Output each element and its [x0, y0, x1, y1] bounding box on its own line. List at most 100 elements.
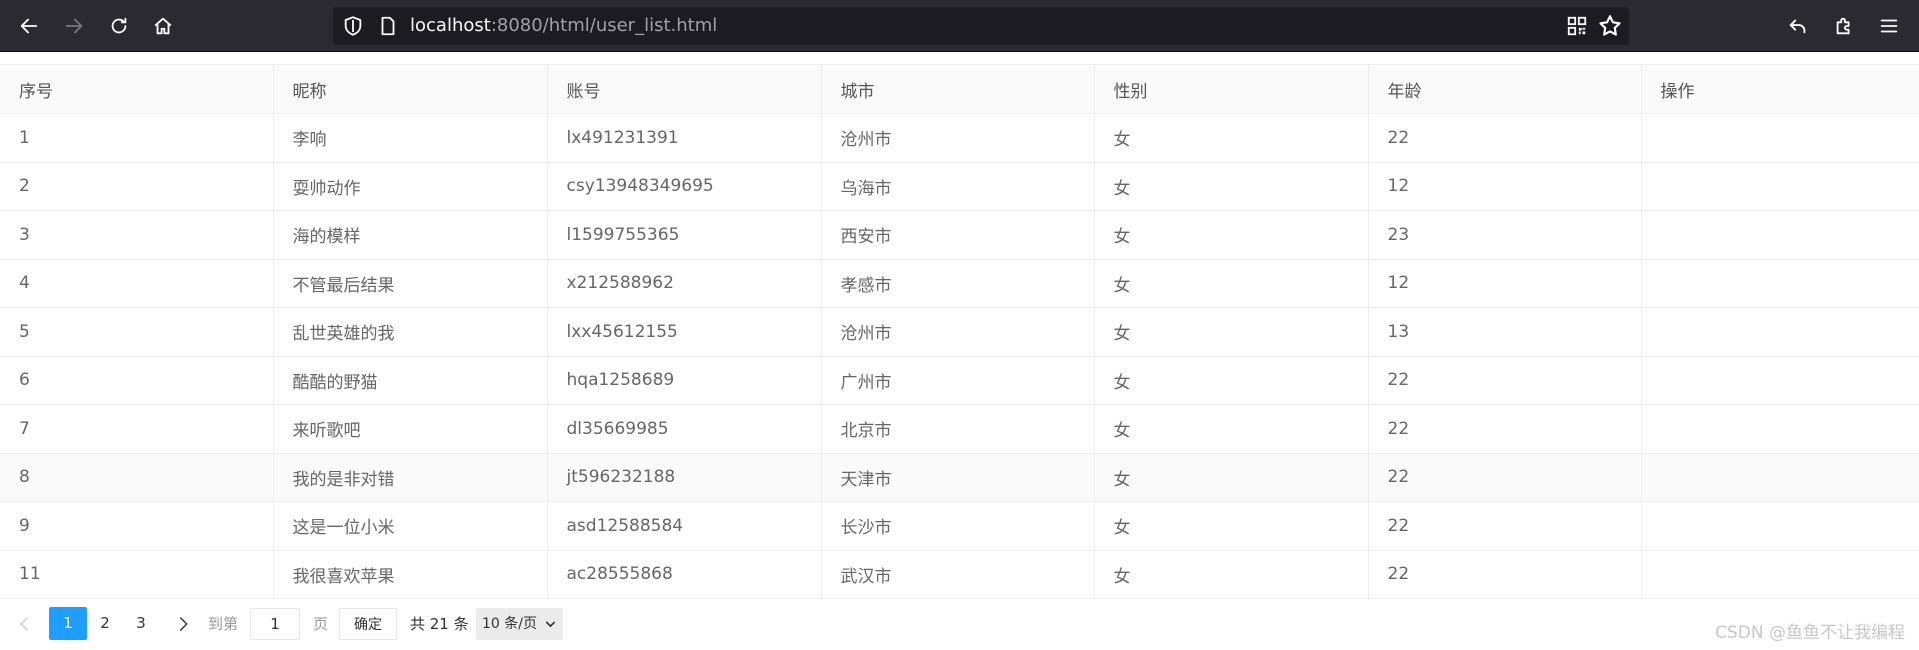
page-icon[interactable]: [377, 15, 399, 37]
cell-account: ac28555868: [546, 550, 821, 599]
cell-nickname: 来听歌吧: [272, 404, 547, 454]
cell-nickname: 这是一位小米: [272, 501, 547, 551]
cell-account: asd12588584: [546, 501, 821, 551]
cell-gender: 女: [1093, 162, 1368, 211]
cell-account: jt596232188: [546, 453, 821, 502]
cell-gender: 女: [1093, 404, 1368, 454]
menu-button[interactable]: [1873, 10, 1905, 42]
undo-button[interactable]: [1782, 10, 1814, 42]
column-header-age: 年龄: [1367, 64, 1641, 114]
pagination: 1 2 3 到第 页 确定 共 21 条 10 条/页: [0, 607, 1919, 641]
cell-city: 天津市: [820, 453, 1094, 502]
forward-button[interactable]: [58, 10, 90, 42]
cell-city: 武汉市: [820, 550, 1094, 599]
cell-nickname: 我的是非对错: [272, 453, 547, 502]
cell-city: 沧州市: [820, 307, 1094, 357]
table-row[interactable]: 7 来听歌吧 dl35669985 北京市女 22: [0, 404, 1919, 454]
cell-gender: 女: [1093, 356, 1368, 405]
cell-index: 11: [0, 550, 273, 599]
table-row[interactable]: 4 不管最后结果 x212588962 孝感市女 12: [0, 259, 1919, 308]
column-header-city: 城市: [820, 64, 1094, 114]
cell-gender: 女: [1093, 113, 1368, 163]
cell-actions: [1640, 307, 1919, 357]
page-size-select[interactable]: 10 条/页: [476, 608, 563, 640]
cell-city: 广州市: [820, 356, 1094, 405]
table-row[interactable]: 11 我很喜欢苹果 ac28555868 武汉市女 22: [0, 550, 1919, 599]
cell-age: 23: [1367, 210, 1641, 260]
csdn-watermark: CSDN @鱼鱼不让我编程: [1715, 623, 1905, 643]
column-header-account: 账号: [546, 64, 821, 114]
table-row[interactable]: 3 海的模样 l1599755365 西安市女 23: [0, 210, 1919, 260]
cell-gender: 女: [1093, 307, 1368, 357]
cell-age: 12: [1367, 162, 1641, 211]
cell-nickname: 李响: [272, 113, 547, 163]
forward-arrow-icon: [65, 18, 83, 34]
chevron-left-icon: [20, 617, 28, 631]
extensions-button[interactable]: [1828, 10, 1860, 42]
back-button[interactable]: [13, 10, 45, 42]
prev-page-button[interactable]: [9, 607, 41, 641]
goto-page-input[interactable]: [250, 608, 300, 640]
next-page-button[interactable]: [167, 607, 199, 641]
url-bar[interactable]: localhost:8080/html/user_list.html: [333, 7, 1629, 45]
cell-nickname: 不管最后结果: [272, 259, 547, 308]
cell-gender: 女: [1093, 453, 1368, 502]
cell-city: 西安市: [820, 210, 1094, 260]
browser-toolbar: localhost:8080/html/user_list.html: [0, 0, 1919, 52]
table-row[interactable]: 1 李响 lx491231391 沧州市女 22: [0, 113, 1919, 163]
cell-age: 22: [1367, 453, 1641, 502]
cell-account: csy13948349695: [546, 162, 821, 211]
cell-city: 北京市: [820, 404, 1094, 454]
cell-actions: [1640, 550, 1919, 599]
qr-code-icon[interactable]: [1566, 15, 1588, 37]
shield-icon[interactable]: [342, 15, 364, 37]
table-row[interactable]: 9 这是一位小米 asd12588584 长沙市女 22: [0, 501, 1919, 551]
reload-icon: [111, 17, 127, 34]
cell-index: 3: [0, 210, 273, 260]
undo-icon: [1789, 19, 1806, 34]
url-text[interactable]: localhost:8080/html/user_list.html: [410, 7, 717, 45]
reload-button[interactable]: [103, 10, 135, 42]
cell-gender: 女: [1093, 501, 1368, 551]
cell-city: 长沙市: [820, 501, 1094, 551]
table-row[interactable]: 6 酷酷的野猫 hqa1258689 广州市女 22: [0, 356, 1919, 405]
cell-actions: [1640, 404, 1919, 454]
page-unit-label: 页: [313, 615, 329, 633]
cell-nickname: 耍帅动作: [272, 162, 547, 211]
home-button[interactable]: [147, 10, 179, 42]
goto-label: 到第: [208, 615, 239, 633]
cell-gender: 女: [1093, 550, 1368, 599]
cell-account: lxx45612155: [546, 307, 821, 357]
cell-nickname: 海的模样: [272, 210, 547, 260]
page-1-button[interactable]: 1: [49, 607, 87, 640]
bookmark-star-icon[interactable]: [1597, 13, 1623, 39]
cell-city: 乌海市: [820, 162, 1094, 211]
cell-index: 2: [0, 162, 273, 211]
page-3-button[interactable]: 3: [128, 607, 154, 640]
cell-city: 孝感市: [820, 259, 1094, 308]
page-2-button[interactable]: 2: [92, 607, 118, 640]
puzzle-icon: [1836, 17, 1850, 35]
user-table: 序号 昵称 账号 城市 性别 年龄 操作 1 李响 lx491231391 沧州市女 2…: [0, 64, 1919, 599]
cell-index: 4: [0, 259, 273, 308]
table-row[interactable]: 2 耍帅动作 csy13948349695 乌海市女 12: [0, 162, 1919, 211]
cell-account: lx491231391: [546, 113, 821, 163]
cell-age: 22: [1367, 404, 1641, 454]
url-path: :8080/html/user_list.html: [490, 15, 718, 36]
column-header-index: 序号: [0, 64, 273, 114]
cell-account: dl35669985: [546, 404, 821, 454]
cell-age: 22: [1367, 113, 1641, 163]
cell-age: 12: [1367, 259, 1641, 308]
chevron-down-icon: [545, 621, 556, 627]
cell-age: 22: [1367, 550, 1641, 599]
cell-actions: [1640, 162, 1919, 211]
confirm-goto-button[interactable]: 确定: [339, 608, 397, 640]
cell-age: 22: [1367, 356, 1641, 405]
table-row[interactable]: 8 我的是非对错 jt596232188 天津市女 22: [0, 453, 1919, 502]
column-header-nickname: 昵称: [272, 64, 547, 114]
cell-gender: 女: [1093, 259, 1368, 308]
page-size-value: 10 条/页: [482, 616, 537, 632]
cell-index: 6: [0, 356, 273, 405]
cell-index: 5: [0, 307, 273, 357]
table-row[interactable]: 5 乱世英雄的我 lxx45612155 沧州市女 13: [0, 307, 1919, 357]
